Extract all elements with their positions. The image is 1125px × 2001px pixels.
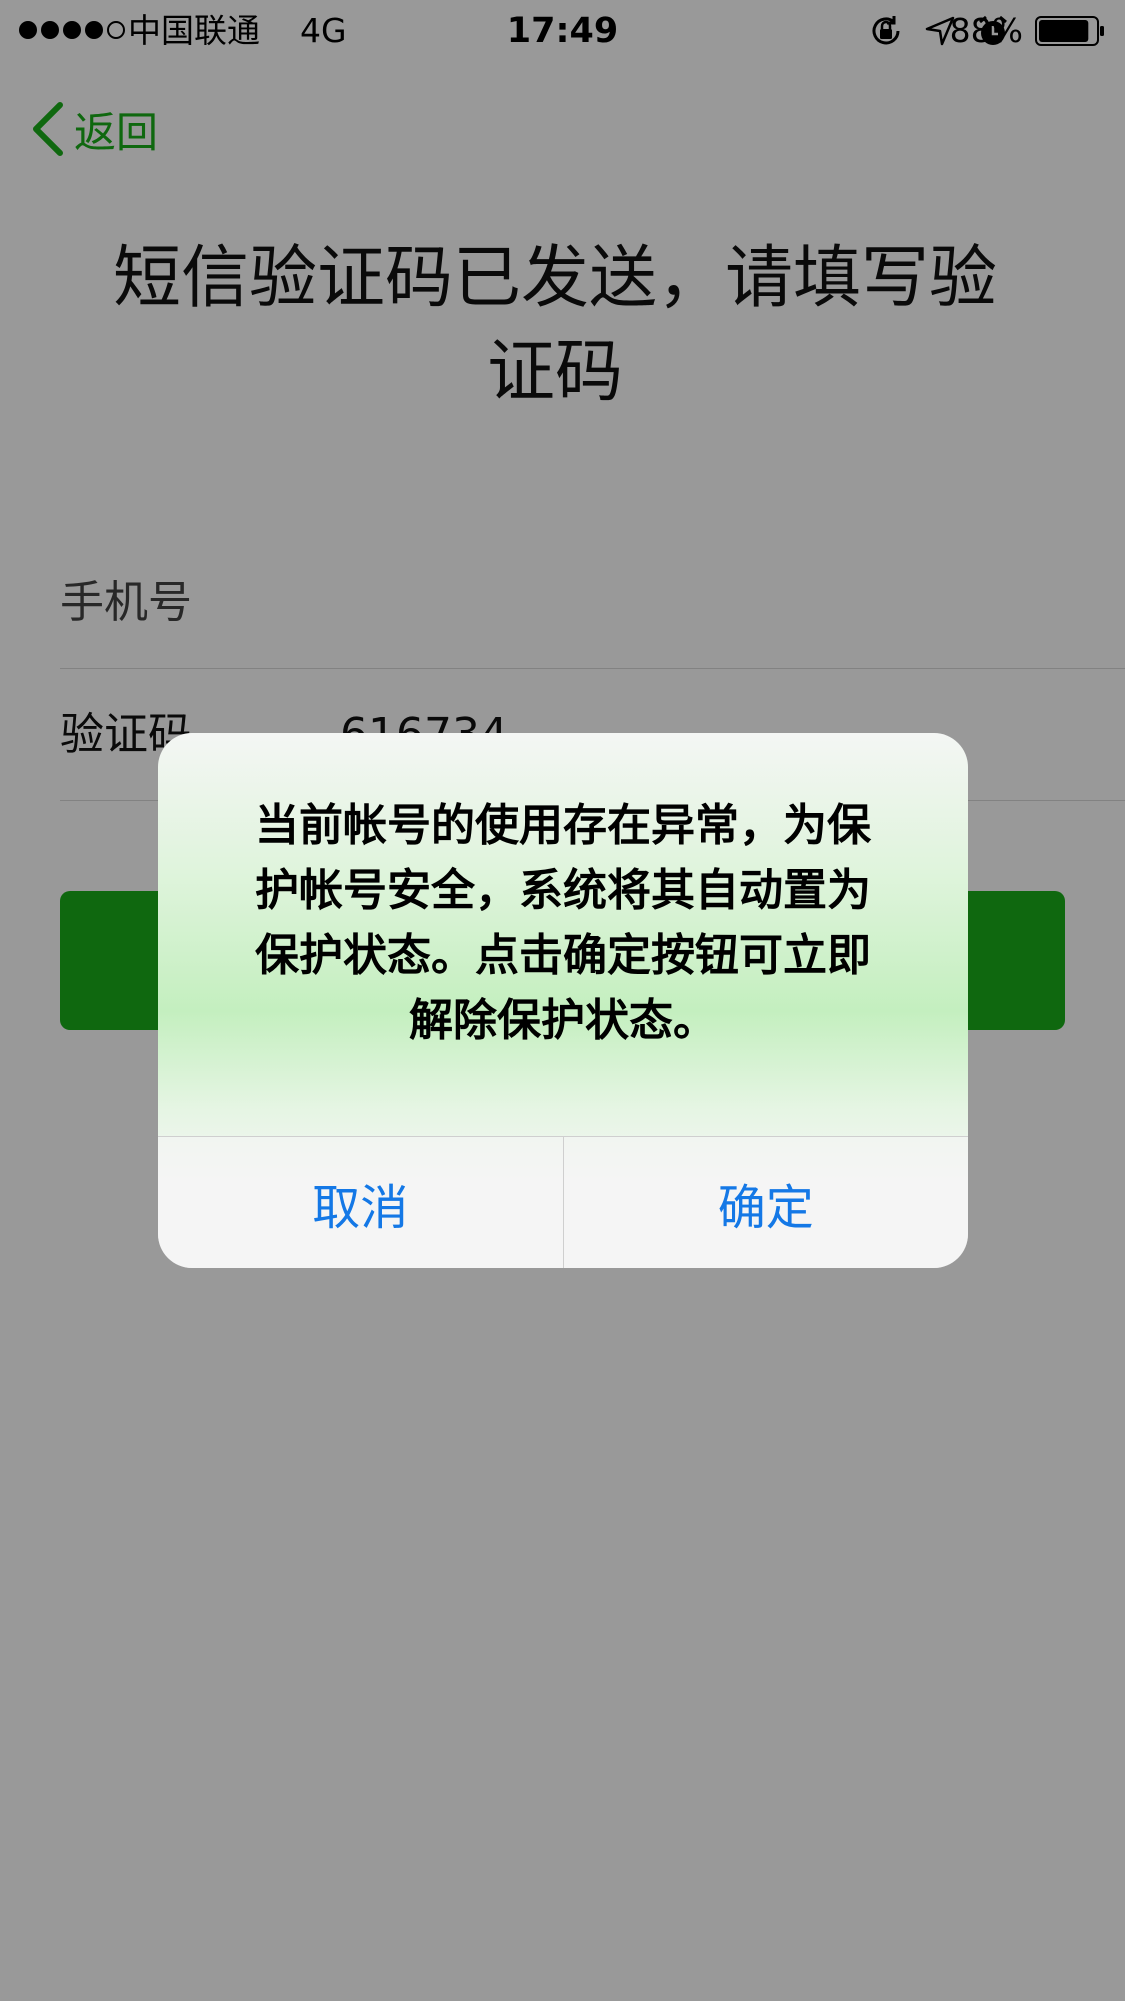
alert-message-line: 当前帐号的使用存在异常，为保	[255, 800, 871, 851]
cancel-button[interactable]: 取消	[158, 1137, 564, 1268]
alert-message-line: 护帐号安全，系统将其自动置为	[255, 865, 871, 916]
alert-button-bar: 取消 确定	[158, 1136, 968, 1268]
confirm-button[interactable]: 确定	[564, 1137, 969, 1268]
alert-message: 当前帐号的使用存在异常，为保 护帐号安全，系统将其自动置为 保护状态。点击确定按…	[198, 793, 928, 1053]
alert-dialog: 当前帐号的使用存在异常，为保 护帐号安全，系统将其自动置为 保护状态。点击确定按…	[158, 733, 968, 1268]
alert-message-line: 保护状态。点击确定按钮可立即	[255, 930, 871, 981]
alert-message-line: 解除保护状态。	[409, 995, 717, 1046]
